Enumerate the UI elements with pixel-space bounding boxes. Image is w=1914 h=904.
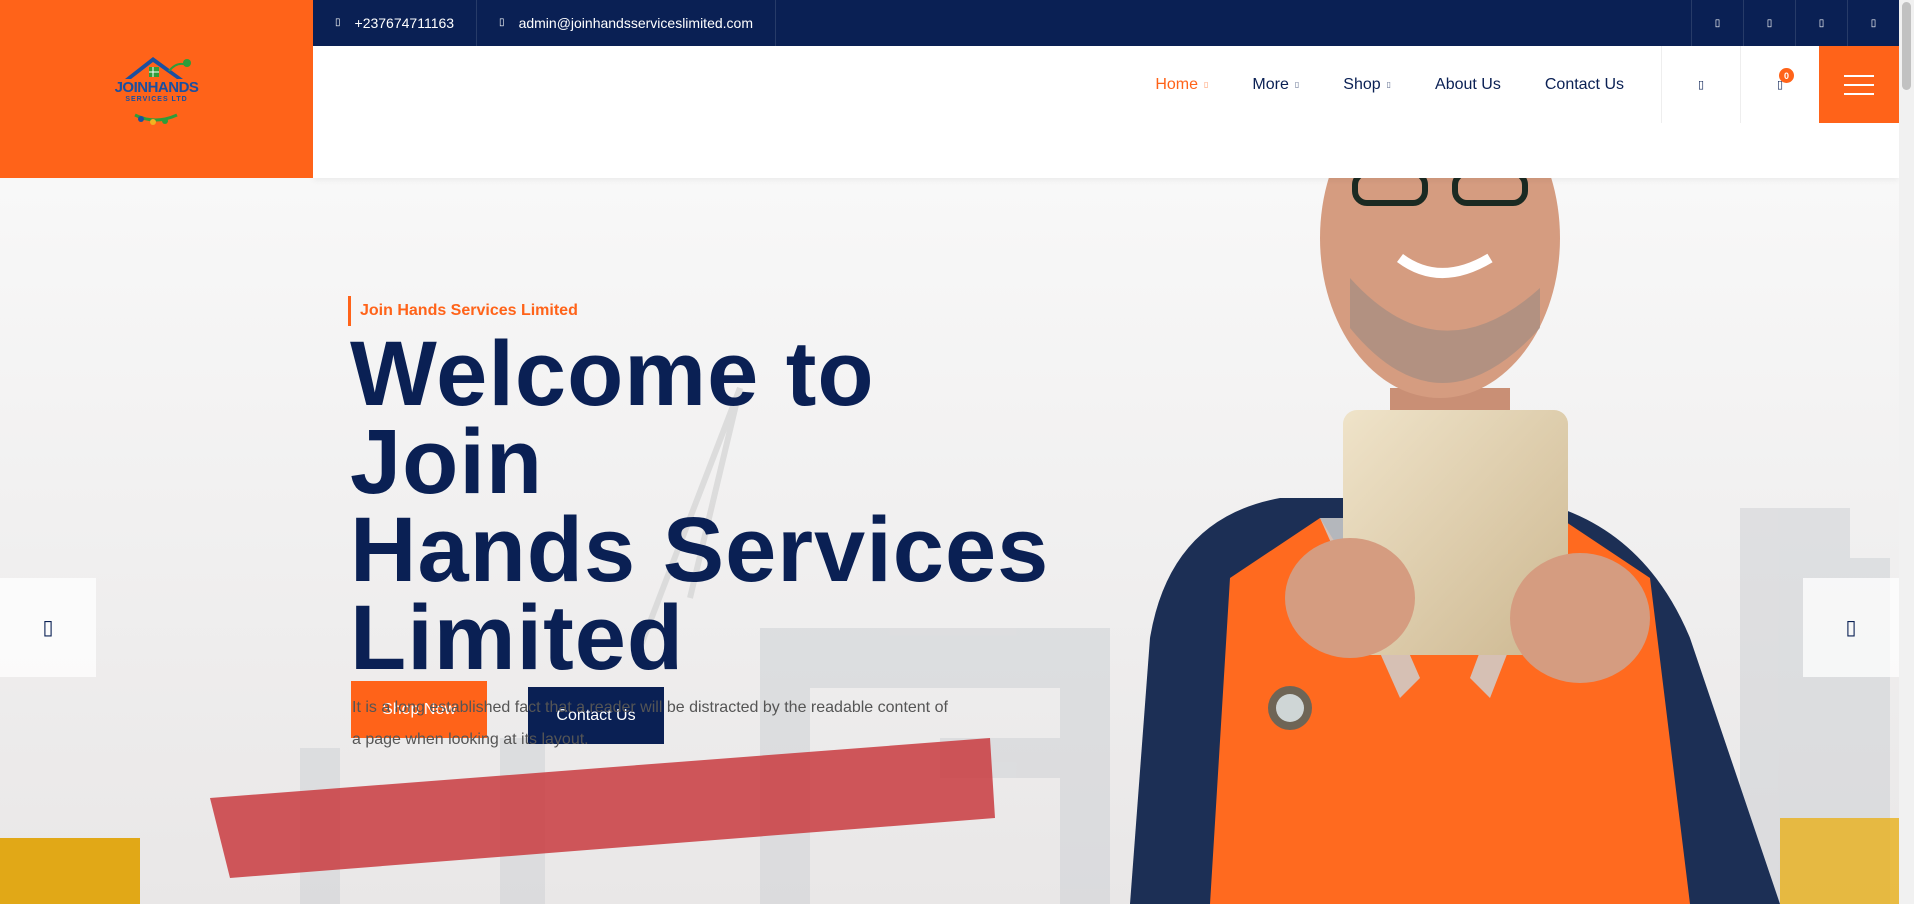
social-links: ▯ ▯ ▯ ▯ xyxy=(1691,0,1899,46)
nav-item-label: Shop xyxy=(1343,75,1381,93)
logo-text-line1: JOINHANDS xyxy=(114,79,199,96)
main-menu: Home ▯ More ▯ Shop ▯ About Us Contact Us xyxy=(1133,46,1646,123)
envelope-icon: ▯ xyxy=(499,17,505,28)
cart-count-badge: 0 xyxy=(1779,68,1794,83)
logo-text-line2: SERVICES LTD xyxy=(125,96,188,103)
logo-subtext: SERVICES LTD xyxy=(107,96,207,104)
top-bar: ▯ +237674711163 ▯ admin@joinhandsservice… xyxy=(313,0,1899,46)
nav-item-label: Contact Us xyxy=(1544,75,1624,93)
dropdown-icon: ▯ xyxy=(1204,80,1209,89)
facebook-icon[interactable]: ▯ xyxy=(1691,0,1743,46)
hero-eyebrow: Join Hands Services Limited xyxy=(348,296,1068,326)
scrollbar-thumb[interactable] xyxy=(1902,2,1911,90)
email-address: admin@joinhandsserviceslimited.com xyxy=(518,15,753,31)
company-logo[interactable]: JOINHANDS SERVICES LTD xyxy=(107,49,207,129)
logo-panel: JOINHANDS SERVICES LTD xyxy=(0,0,313,178)
slider-next-arrow[interactable]: ▯ xyxy=(1803,578,1899,677)
phone-number: +237674711163 xyxy=(354,15,455,31)
nav-item-more[interactable]: More ▯ xyxy=(1230,76,1321,94)
phone-icon: ▯ xyxy=(335,17,341,28)
twitter-icon[interactable]: ▯ xyxy=(1743,0,1795,46)
nav-item-label: About Us xyxy=(1435,75,1501,93)
nav-item-label: More xyxy=(1252,75,1289,93)
search-icon[interactable]: ▯ xyxy=(1661,46,1740,123)
nav-item-about-us[interactable]: About Us xyxy=(1413,76,1523,94)
logo-text: JOINHANDS xyxy=(107,80,207,95)
dropdown-icon: ▯ xyxy=(1294,80,1300,89)
nav-item-contact-us[interactable]: Contact Us xyxy=(1523,76,1646,94)
hero-content: Join Hands Services Limited Welcome to J… xyxy=(348,296,1068,756)
nav-icon-group: ▯ ▯ 0 xyxy=(1661,46,1819,123)
dropdown-icon: ▯ xyxy=(1386,80,1392,89)
hero-title-line: Hands Services xyxy=(350,499,1050,601)
hero-title: Welcome to Join Hands Services Limited xyxy=(350,323,1068,689)
topbar-phone[interactable]: ▯ +237674711163 xyxy=(313,0,478,46)
hero-description: It is a long established fact that a rea… xyxy=(352,699,948,748)
slider-prev-arrow[interactable]: ▯ xyxy=(0,578,96,677)
hero-slider: Join Hands Services Limited Welcome to J… xyxy=(0,178,1899,904)
hero-title-line: Welcome to Join xyxy=(350,323,875,513)
hero-title-line: Limited xyxy=(350,587,685,689)
nav-item-home[interactable]: Home ▯ xyxy=(1133,76,1230,94)
topbar-email[interactable]: ▯ admin@joinhandsserviceslimited.com xyxy=(477,0,776,46)
instagram-icon[interactable]: ▯ xyxy=(1795,0,1847,46)
nav-item-shop[interactable]: Shop ▯ xyxy=(1321,76,1413,94)
nav-item-label: Home xyxy=(1155,75,1198,93)
cart-button[interactable]: ▯ 0 xyxy=(1740,46,1819,123)
hamburger-icon[interactable] xyxy=(1819,46,1899,123)
linkedin-icon[interactable]: ▯ xyxy=(1847,0,1899,46)
main-navbar: Home ▯ More ▯ Shop ▯ About Us Contact Us… xyxy=(313,46,1899,178)
page-scrollbar[interactable] xyxy=(1899,0,1914,904)
